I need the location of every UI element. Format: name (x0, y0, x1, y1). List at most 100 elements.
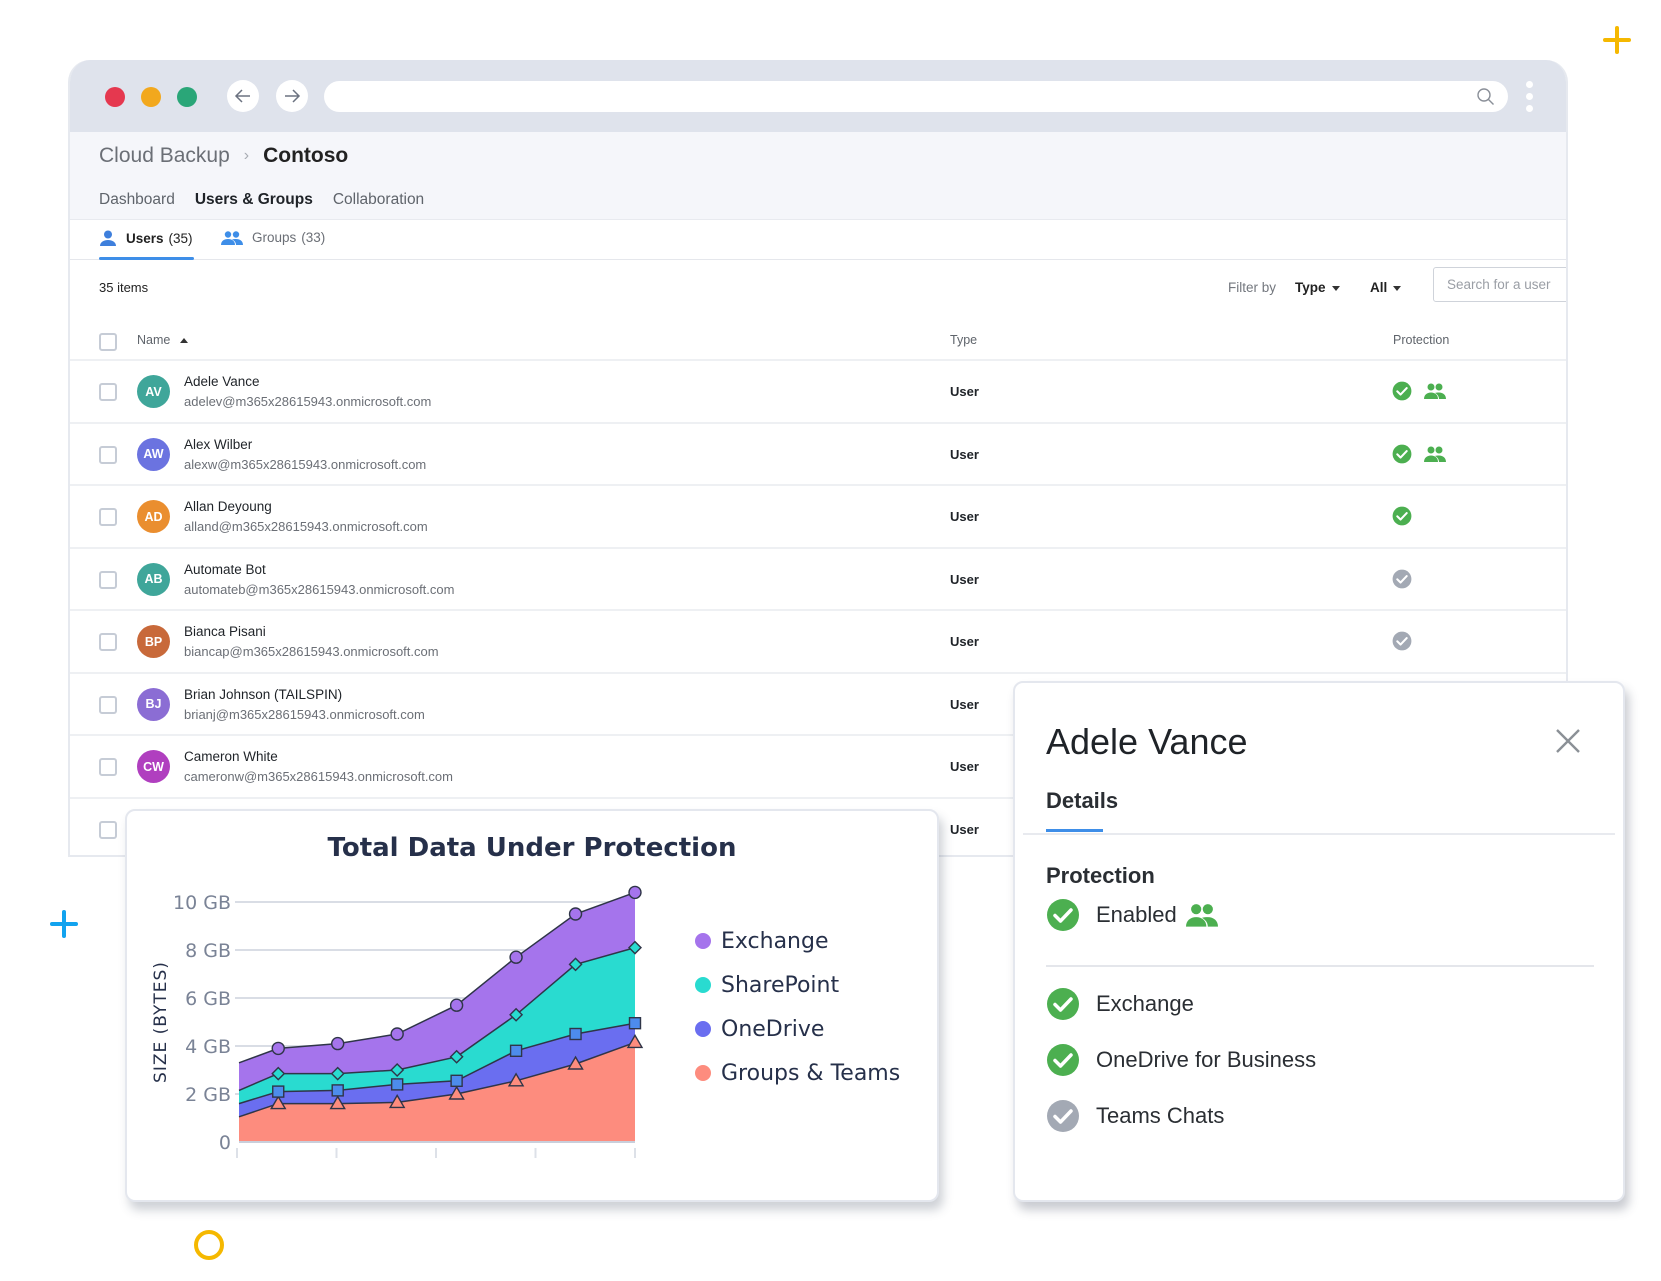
forward-button[interactable] (276, 80, 308, 112)
close-icon[interactable] (1555, 728, 1581, 754)
check-circle-icon (1392, 506, 1412, 526)
groups-icon (1185, 904, 1218, 927)
service-label: Teams Chats (1096, 1103, 1225, 1128)
protection-status-row: Enabled (1046, 898, 1218, 932)
user-search-input[interactable] (1433, 267, 1566, 302)
tab-users-groups[interactable]: Users & Groups (195, 191, 313, 209)
filter-label: Filter by (1228, 280, 1277, 295)
legend-label: Exchange (721, 929, 829, 954)
check-circle-icon (1047, 988, 1079, 1020)
user-type: User (950, 821, 979, 837)
row-checkbox[interactable] (99, 633, 117, 651)
avatar: AD (137, 500, 170, 533)
user-name[interactable]: Brian Johnson (TAILSPIN) (184, 687, 342, 702)
user-type: User (950, 634, 979, 649)
address-bar[interactable] (324, 81, 1508, 112)
row-checkbox[interactable] (99, 820, 117, 839)
details-title: Adele Vance (1046, 721, 1248, 762)
avatar: CW (137, 750, 170, 783)
marker-square (509, 1044, 523, 1058)
marker-square (569, 1027, 582, 1041)
user-email: alland@m365x28615943.onmicrosoft.com (184, 519, 428, 534)
user-name[interactable]: Cameron White (184, 749, 278, 764)
avatar: AV (137, 375, 170, 408)
sort-ascending-icon (180, 338, 189, 344)
check-circle-icon (1047, 1044, 1079, 1076)
subtab-groups[interactable]: Groups (33) (221, 230, 325, 245)
marker-circle (628, 885, 642, 900)
groups-icon (221, 230, 243, 245)
type-filter-dropdown[interactable]: Type (1295, 280, 1340, 295)
row-checkbox[interactable] (99, 570, 117, 589)
arrow-right-icon (285, 89, 301, 103)
y-axis-label: SIZE (BYTES) (151, 961, 171, 1083)
column-header-type[interactable]: Type (950, 333, 977, 347)
check-circle-icon (1047, 899, 1079, 931)
browser-menu-button[interactable] (1526, 81, 1534, 115)
window-maximize-dot[interactable] (177, 87, 197, 107)
chevron-right-icon: › (243, 147, 250, 164)
user-name[interactable]: Adele Vance (184, 374, 260, 389)
table-row[interactable]: AD Allan Deyoung alland@m365x28615943.on… (70, 486, 1566, 549)
protection-status (1392, 381, 1446, 401)
row-checkbox[interactable] (99, 695, 117, 714)
user-type: User (950, 696, 979, 712)
item-count: 35 items (99, 280, 149, 295)
user-details-panel: Adele Vance Details Protection Enabled E… (1013, 681, 1625, 1202)
user-type: User (950, 446, 979, 462)
check-circle-icon (1047, 1100, 1079, 1132)
user-name[interactable]: Allan Deyoung (184, 499, 272, 514)
decorative-plus-blue (50, 910, 78, 938)
column-header-protection[interactable]: Protection (1393, 333, 1449, 347)
marker-circle (509, 950, 523, 964)
protection-status (1392, 631, 1412, 651)
active-tab-indicator (1046, 829, 1103, 832)
legend-swatch (695, 933, 711, 949)
subtab-users[interactable]: Users (35) (99, 230, 193, 246)
window-minimize-dot[interactable] (141, 87, 161, 107)
user-type: User (950, 759, 979, 774)
row-checkbox[interactable] (99, 445, 117, 464)
section-divider (1046, 965, 1594, 967)
user-email: biancap@m365x28615943.onmicrosoft.com (184, 644, 439, 659)
app-header: Cloud Backup › Contoso Dashboard Users &… (70, 132, 1566, 220)
user-type: User (950, 384, 979, 399)
tab-dashboard[interactable]: Dashboard (99, 191, 175, 209)
breadcrumb-root[interactable]: Cloud Backup (99, 144, 230, 168)
back-button[interactable] (227, 80, 259, 112)
all-filter-dropdown[interactable]: All (1370, 280, 1402, 295)
window-close-dot[interactable] (105, 87, 125, 107)
legend-swatch (695, 977, 711, 993)
column-header-name[interactable]: Name (137, 333, 189, 347)
marker-square (272, 1085, 285, 1098)
user-type: User (950, 509, 979, 524)
sub-tabs: Users (35) Groups (33) (70, 220, 1566, 260)
groups-icon (1424, 383, 1446, 399)
table-row[interactable]: BP Bianca Pisani biancap@m365x28615943.o… (70, 611, 1566, 674)
table-row[interactable]: AB Automate Bot automateb@m365x28615943.… (70, 549, 1566, 611)
protection-status (1392, 506, 1412, 526)
row-checkbox[interactable] (99, 508, 117, 526)
tab-details[interactable]: Details (1046, 788, 1118, 814)
chart-card: Total Data Under Protection 0 2 GB 4 GB 6 GB… (125, 809, 939, 1202)
data-protection-chart: Total Data Under Protection 0 2 GB 4 GB 6 GB… (151, 833, 900, 1158)
table-row[interactable]: AW Alex Wilber alexw@m365x28615943.onmic… (70, 424, 1566, 486)
legend-label: Groups & Teams (721, 1061, 900, 1086)
table-row[interactable]: AV Adele Vance adelev@m365x28615943.onmi… (70, 361, 1566, 424)
user-name[interactable]: Automate Bot (184, 562, 266, 577)
user-name[interactable]: Bianca Pisani (184, 624, 266, 639)
user-name[interactable]: Alex Wilber (184, 437, 252, 452)
marker-square (450, 1074, 463, 1087)
tab-collaboration[interactable]: Collaboration (333, 191, 424, 209)
marker-circle (271, 1041, 285, 1056)
y-tick-label: 8 GB (185, 940, 231, 962)
user-email: cameronw@m365x28615943.onmicrosoft.com (184, 769, 453, 784)
caret-down-icon (1331, 285, 1340, 291)
legend-swatch (695, 1021, 711, 1037)
select-all-checkbox[interactable] (99, 333, 117, 351)
row-checkbox[interactable] (99, 383, 117, 401)
row-checkbox[interactable] (99, 758, 117, 776)
user-icon (100, 230, 116, 246)
search-icon[interactable] (1476, 87, 1496, 107)
legend-label: OneDrive (721, 1017, 824, 1042)
